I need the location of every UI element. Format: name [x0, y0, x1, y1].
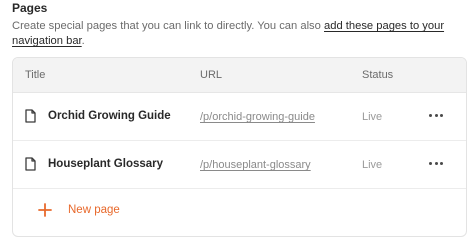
status-label: Live	[362, 111, 383, 123]
section-description: Create special pages that you can link t…	[12, 19, 464, 49]
pages-table: Title URL Status Orchid Growing Guide /p…	[12, 57, 467, 237]
new-page-label: New page	[68, 204, 120, 216]
page-url-link[interactable]: /p/houseplant-glossary	[200, 159, 311, 171]
page-title[interactable]: Orchid Growing Guide	[48, 110, 171, 122]
table-row[interactable]: Houseplant Glossary /p/houseplant-glossa…	[13, 141, 466, 189]
page-title[interactable]: Houseplant Glossary	[48, 158, 163, 170]
column-status: Status	[362, 69, 394, 81]
section-title: Pages	[12, 1, 48, 15]
page-url-link[interactable]: /p/orchid-growing-guide	[200, 111, 315, 123]
description-end: .	[81, 35, 85, 47]
new-page-button[interactable]: New page	[38, 198, 120, 222]
table-header: Title URL Status	[13, 58, 466, 93]
table-row[interactable]: Orchid Growing Guide /p/orchid-growing-g…	[13, 93, 466, 141]
more-options-icon[interactable]	[427, 107, 445, 123]
description-text: Create special pages that you can link t…	[12, 20, 324, 32]
plus-icon	[38, 203, 52, 217]
column-url: URL	[200, 69, 223, 81]
document-icon	[25, 109, 36, 123]
status-label: Live	[362, 159, 383, 171]
more-options-icon[interactable]	[427, 155, 445, 171]
pages-settings: Pages Create special pages that you can …	[0, 0, 474, 247]
document-icon	[25, 157, 36, 171]
column-title: Title	[25, 69, 46, 81]
